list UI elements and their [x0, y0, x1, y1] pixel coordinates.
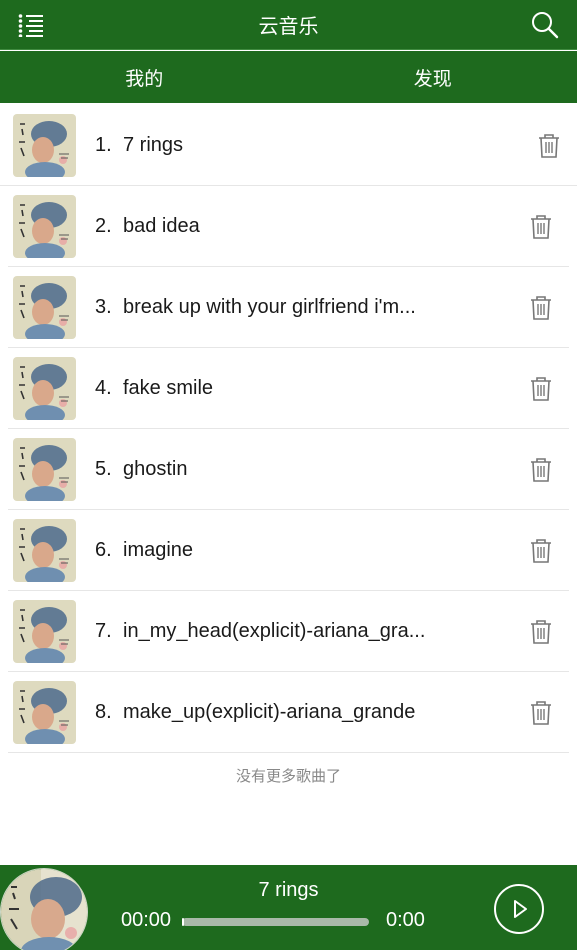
current-time: 00:00 — [121, 909, 172, 931]
song-label: 3. break up with your girlfriend i'm... — [95, 296, 416, 319]
song-title: in_my_head(explicit)-ariana_gra... — [123, 619, 426, 642]
tab-mine-label: 我的 — [125, 68, 164, 90]
song-label: 4. fake smile — [95, 377, 213, 400]
trash-icon[interactable] — [529, 457, 553, 483]
song-row[interactable]: 4. fake smile — [8, 348, 569, 429]
song-title: 7 rings — [123, 133, 184, 156]
song-number: 7. — [95, 619, 112, 642]
song-number: 2. — [95, 214, 112, 237]
song-row[interactable]: 5. ghostin — [8, 429, 569, 510]
progress-slider[interactable] — [182, 918, 369, 926]
player-bar: 7 rings 00:00 0:00 — [0, 865, 577, 950]
song-label: 6. imagine — [95, 539, 193, 562]
total-time: 0:00 — [386, 909, 425, 931]
song-row[interactable]: 1. 7 rings — [0, 105, 577, 186]
list-menu-icon[interactable] — [18, 13, 44, 37]
song-label: 1. 7 rings — [95, 134, 183, 157]
song-row[interactable]: 7. in_my_head(explicit)-ariana_gra... — [8, 591, 569, 672]
album-cover — [13, 437, 76, 501]
now-playing-title: 7 rings — [258, 879, 319, 901]
song-title: ghostin — [123, 457, 188, 480]
app-title: 云音乐 — [258, 16, 319, 38]
trash-icon[interactable] — [529, 214, 553, 240]
song-number: 8. — [95, 700, 112, 723]
progress-fill — [182, 918, 184, 926]
no-more-songs-text: 没有更多歌曲了 — [235, 768, 341, 785]
trash-icon[interactable] — [529, 376, 553, 402]
album-cover — [13, 599, 76, 663]
app-header: 云音乐 — [0, 0, 577, 50]
trash-icon[interactable] — [529, 700, 553, 726]
play-icon — [514, 900, 527, 918]
album-cover — [13, 275, 76, 339]
tab-discover[interactable]: 发现 — [289, 51, 577, 103]
tab-bar: 我的 发现 — [0, 51, 577, 103]
song-row[interactable]: 3. break up with your girlfriend i'm... — [8, 267, 569, 348]
album-cover — [13, 356, 76, 420]
song-number: 4. — [95, 376, 112, 399]
song-title: bad idea — [123, 214, 200, 237]
song-row[interactable]: 6. imagine — [8, 510, 569, 591]
trash-icon[interactable] — [529, 619, 553, 645]
song-title: break up with your girlfriend i'm... — [123, 295, 416, 318]
song-number: 1. — [95, 133, 112, 156]
trash-icon[interactable] — [529, 538, 553, 564]
song-label: 2. bad idea — [95, 215, 200, 238]
song-number: 3. — [95, 295, 112, 318]
play-button[interactable] — [494, 884, 544, 934]
song-label: 8. make_up(explicit)-ariana_grande — [95, 701, 415, 724]
song-number: 5. — [95, 457, 112, 480]
song-label: 5. ghostin — [95, 458, 188, 481]
song-title: fake smile — [123, 376, 214, 399]
tab-discover-label: 发现 — [413, 68, 452, 90]
album-cover — [13, 680, 76, 744]
trash-icon[interactable] — [537, 133, 561, 159]
tab-mine[interactable]: 我的 — [0, 51, 289, 103]
song-title: imagine — [123, 538, 194, 561]
album-cover — [13, 194, 76, 258]
search-icon[interactable] — [531, 11, 559, 39]
album-cover — [13, 518, 76, 582]
song-list: 1. 7 rings 2. bad idea 3. break up with you… — [0, 105, 577, 753]
song-label: 7. in_my_head(explicit)-ariana_gra... — [95, 620, 425, 643]
album-cover — [13, 113, 76, 177]
song-title: make_up(explicit)-ariana_grande — [123, 700, 416, 723]
song-row[interactable]: 8. make_up(explicit)-ariana_grande — [8, 672, 569, 753]
song-row[interactable]: 2. bad idea — [8, 186, 569, 267]
trash-icon[interactable] — [529, 295, 553, 321]
song-number: 6. — [95, 538, 112, 561]
